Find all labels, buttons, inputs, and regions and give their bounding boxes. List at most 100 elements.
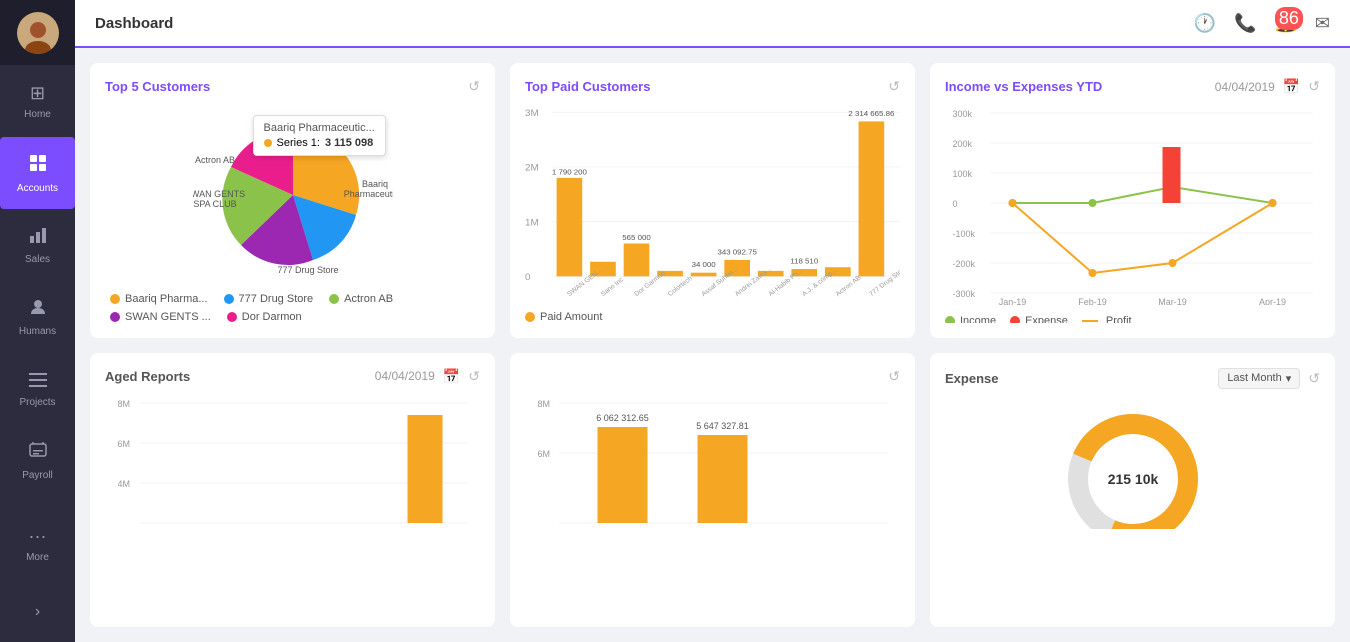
aged-reports-svg: 8M 6M 4M [105, 395, 480, 525]
legend-dot [224, 294, 234, 304]
legend-dot [110, 294, 120, 304]
calendar-icon[interactable]: 📅 [1283, 78, 1300, 95]
svg-text:Colortech: Colortech [667, 275, 694, 298]
line-chart-container: 300k 200k 100k 0 -100k -200k -300k [945, 105, 1320, 323]
svg-text:343 092.75: 343 092.75 [717, 248, 756, 257]
projects-icon [29, 371, 47, 392]
svg-text:Feb-19: Feb-19 [1078, 297, 1107, 305]
sidebar: ⊞ Home Accounts Sales [0, 0, 75, 642]
donut-area: 215 10k [945, 399, 1320, 529]
card-header: Top 5 Customers ↺ [105, 78, 480, 95]
notification-badge: 86 [1275, 7, 1303, 30]
legend-label: Actron AB [344, 293, 393, 305]
income-expenses-card: Income vs Expenses YTD 04/04/2019 📅 ↺ 30… [930, 63, 1335, 338]
svg-text:0: 0 [953, 199, 958, 209]
svg-text:34 000: 34 000 [692, 261, 716, 270]
donut-svg: 215 10k [1043, 399, 1223, 529]
svg-text:6M: 6M [118, 439, 131, 449]
card-actions: ↺ [468, 78, 480, 95]
payroll-icon [29, 442, 47, 465]
sidebar-item-accounts[interactable]: Accounts [0, 137, 75, 209]
top5-customers-card: Top 5 Customers ↺ Baariq Pharmaceutic...… [90, 63, 495, 338]
sidebar-item-humans[interactable]: Humans [0, 281, 75, 353]
sidebar-item-payroll[interactable]: Payroll [0, 425, 75, 497]
donut-chart-container: 215 10k [945, 399, 1320, 613]
legend-dot [329, 294, 339, 304]
refresh-icon[interactable]: ↺ [468, 368, 480, 385]
sidebar-item-projects[interactable]: Projects [0, 353, 75, 425]
refresh-icon[interactable]: ↺ [1308, 370, 1320, 387]
card-date: 04/04/2019 [1215, 80, 1275, 94]
line-chart-svg: 300k 200k 100k 0 -100k -200k -300k [945, 105, 1320, 305]
svg-text:118 510: 118 510 [790, 257, 818, 266]
profit-legend: Profit [1082, 315, 1132, 323]
aged-reports-chart: 8M 6M 4M [105, 395, 480, 613]
expense-legend: Expense [1010, 315, 1068, 323]
legend-item: 777 Drug Store [224, 293, 314, 305]
accounts-icon [28, 153, 48, 178]
sidebar-item-home[interactable]: ⊞ Home [0, 65, 75, 137]
svg-text:SWAN GENTS: SWAN GENTS [193, 189, 245, 199]
home-icon: ⊞ [30, 83, 45, 104]
paid-label: Paid Amount [540, 311, 602, 323]
profit-label: Profit [1106, 315, 1132, 323]
aged-reports-card: Aged Reports 04/04/2019 📅 ↺ 8M 6M 4M [90, 353, 495, 628]
avatar[interactable] [17, 12, 59, 54]
svg-text:3M: 3M [525, 108, 539, 119]
svg-text:6M: 6M [538, 449, 551, 459]
sidebar-item-more[interactable]: ··· More [0, 509, 75, 581]
dropdown-label: Last Month [1227, 372, 1281, 384]
bottom-bar-svg: 8M 6M 6 062 312.65 5 647 327.81 [525, 395, 900, 535]
svg-text:100k: 100k [953, 169, 973, 179]
profit-line [1082, 320, 1098, 322]
legend-dot [110, 312, 120, 322]
card-header: Aged Reports 04/04/2019 📅 ↺ [105, 368, 480, 385]
income-legend: Income [945, 315, 996, 323]
tooltip-series: Series 1: [277, 137, 320, 149]
calendar-icon[interactable]: 📅 [443, 368, 460, 385]
sidebar-item-label: Projects [19, 397, 55, 408]
sidebar-item-label: Payroll [22, 470, 53, 481]
refresh-icon[interactable]: ↺ [888, 368, 900, 385]
more-icon: ··· [29, 526, 47, 547]
svg-text:Actron AB: Actron AB [194, 155, 234, 165]
svg-text:8M: 8M [538, 399, 551, 409]
legend-label: 777 Drug Store [239, 293, 314, 305]
income-dot [945, 316, 955, 323]
refresh-icon[interactable]: ↺ [468, 78, 480, 95]
card-title: Top 5 Customers [105, 79, 210, 94]
legend-label: Dor Darmon [242, 311, 302, 323]
page-title: Dashboard [95, 15, 173, 32]
legend-item: Baariq Pharma... [110, 293, 208, 305]
svg-text:300k: 300k [953, 109, 973, 119]
sidebar-item-sales[interactable]: Sales [0, 209, 75, 281]
legend-item: Dor Darmon [227, 311, 302, 323]
card-header: ↺ [525, 368, 900, 385]
legend-label: Baariq Pharma... [125, 293, 208, 305]
dashboard-grid: Top 5 Customers ↺ Baariq Pharmaceutic...… [75, 48, 1350, 642]
history-icon[interactable]: 🕐 [1194, 13, 1216, 34]
svg-text:2 314 665.86: 2 314 665.86 [848, 109, 894, 118]
svg-text:Apr-19: Apr-19 [1259, 297, 1286, 305]
refresh-icon[interactable]: ↺ [1308, 78, 1320, 95]
last-month-dropdown[interactable]: Last Month ▾ [1218, 368, 1300, 389]
bar-chart-svg: 3M 2M 1M 0 1 790 200 565 0 [525, 105, 900, 306]
sales-icon [29, 226, 47, 249]
svg-text:565 000: 565 000 [622, 233, 650, 242]
tooltip-label: Baariq Pharmaceutic... [264, 122, 375, 134]
svg-text:Jan-19: Jan-19 [999, 297, 1027, 305]
svg-text:-300k: -300k [953, 289, 976, 299]
refresh-icon[interactable]: ↺ [888, 78, 900, 95]
mail-icon[interactable]: ✉ [1315, 13, 1330, 34]
sidebar-item-label: Humans [19, 326, 56, 337]
sidebar-expand-button[interactable]: › [0, 592, 75, 632]
card-header: Expense Last Month ▾ ↺ [945, 368, 1320, 389]
tooltip-number: 3 115 098 [325, 137, 373, 149]
middle-bottom-card: ↺ 8M 6M 6 062 312.65 5 647 327.81 [510, 353, 915, 628]
bar-chart-container: 3M 2M 1M 0 1 790 200 565 0 [525, 105, 900, 323]
svg-text:Baariq: Baariq [361, 179, 387, 189]
phone-icon[interactable]: 📞 [1234, 13, 1256, 34]
notification-button[interactable]: 🔔 86 [1274, 13, 1296, 34]
paid-dot [525, 312, 535, 322]
humans-icon [29, 298, 47, 321]
